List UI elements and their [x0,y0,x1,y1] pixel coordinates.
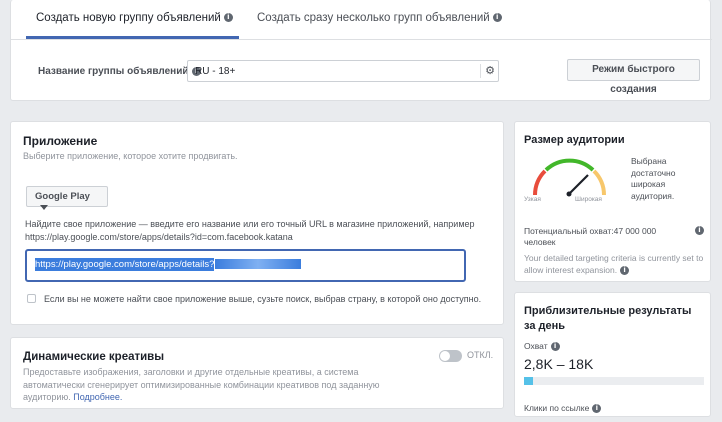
link-clicks-label: Клики по ссылке i [524,403,602,414]
tab-create-one-label: Создать новую группу объявлений [36,12,221,24]
app-hint: Найдите свое приложение — введите его на… [25,219,475,242]
link-clicks-label-text: Клики по ссылке [524,403,590,413]
targeting-note: Your detailed targeting criteria is curr… [524,252,706,276]
gauge-narrow-segment [533,169,547,196]
potential-reach: Потенциальный охват:47 000 000 человек [524,226,657,247]
caret-down-icon [40,204,48,210]
app-card: Приложение Выберите приложение, которое … [10,121,504,325]
active-tab-indicator [26,36,239,39]
gear-icon[interactable]: ⚙ [480,64,495,78]
gauge-mid-segment [544,158,595,172]
adset-name-label-text: Название группы объявлений [38,66,189,77]
dynamic-creative-toggle[interactable] [439,350,462,362]
app-title: Приложение [23,134,98,148]
adset-name-input[interactable]: RU - 18+ ⚙ [187,60,499,82]
dynamic-creative-title: Динамические креативы [23,351,165,363]
audience-description: Выбрана достаточно широкая аудитория. [631,156,676,201]
dynamic-creative-card: Динамические креативы Предоставьте изобр… [10,337,504,409]
audience-title: Размер аудитории [524,134,625,146]
reach-label: Охват i [524,341,560,352]
app-url-input[interactable]: https://play.google.com/store/apps/detai… [25,249,466,282]
gauge-wide-segment [592,169,606,196]
results-title: Приблизительные результаты за день [524,305,692,332]
reach-bar-fill [524,377,533,385]
adset-name-value: RU - 18+ [195,66,236,77]
info-icon[interactable]: i [492,13,502,23]
gauge-wide-label: Широкая [575,196,602,203]
info-icon[interactable]: i [695,226,704,235]
info-icon[interactable]: i [592,404,602,414]
audience-gauge [533,158,606,197]
learn-more-link[interactable]: Подробнее. [73,392,122,402]
tab-create-one[interactable]: Создать новую группу объявлений i [36,12,233,24]
gauge-narrow-label: Узкая [524,196,541,203]
redacted-blur [215,259,302,270]
reach-value: 2,8K – 18K [524,356,594,372]
country-checkbox-label: Если вы не можете найти свое приложение … [44,294,482,304]
tab-divider [11,39,712,40]
tab-create-many-label: Создать сразу несколько групп объявлений [257,12,490,24]
audience-size-card: Размер аудитории Узкая Широкая Выбрана д… [514,121,711,282]
targeting-note-text: Your detailed targeting criteria is curr… [524,253,704,275]
gauge-needle [568,174,589,195]
store-selector[interactable]: Google Play [26,186,108,210]
info-icon[interactable]: i [550,342,560,352]
app-url-value: https://play.google.com/store/apps/detai… [35,258,215,271]
app-subtitle: Выберите приложение, которое хотите прод… [23,151,238,161]
dynamic-creative-description: Предоставьте изображения, заголовки и др… [23,366,403,404]
tab-create-many[interactable]: Создать сразу несколько групп объявлений… [257,12,502,24]
country-checkbox[interactable] [27,294,36,303]
reach-label-text: Охват [524,341,548,351]
quick-create-button[interactable]: Режим быстрого создания [567,59,700,95]
info-icon[interactable]: i [223,13,233,23]
info-icon[interactable]: i [620,266,630,276]
reach-bar [524,377,704,385]
toggle-state-label: ОТКЛ. [467,350,494,360]
gauge-pivot [566,191,572,197]
toggle-knob [440,351,450,361]
adset-header-card: Создать новую группу объявлений i Создать… [10,0,712,101]
estimated-results-card: Приблизительные результаты за день Охват… [514,292,711,417]
store-selector-label: Google Play [35,191,90,202]
adset-name-label: Название группы объявлений i [38,66,201,77]
